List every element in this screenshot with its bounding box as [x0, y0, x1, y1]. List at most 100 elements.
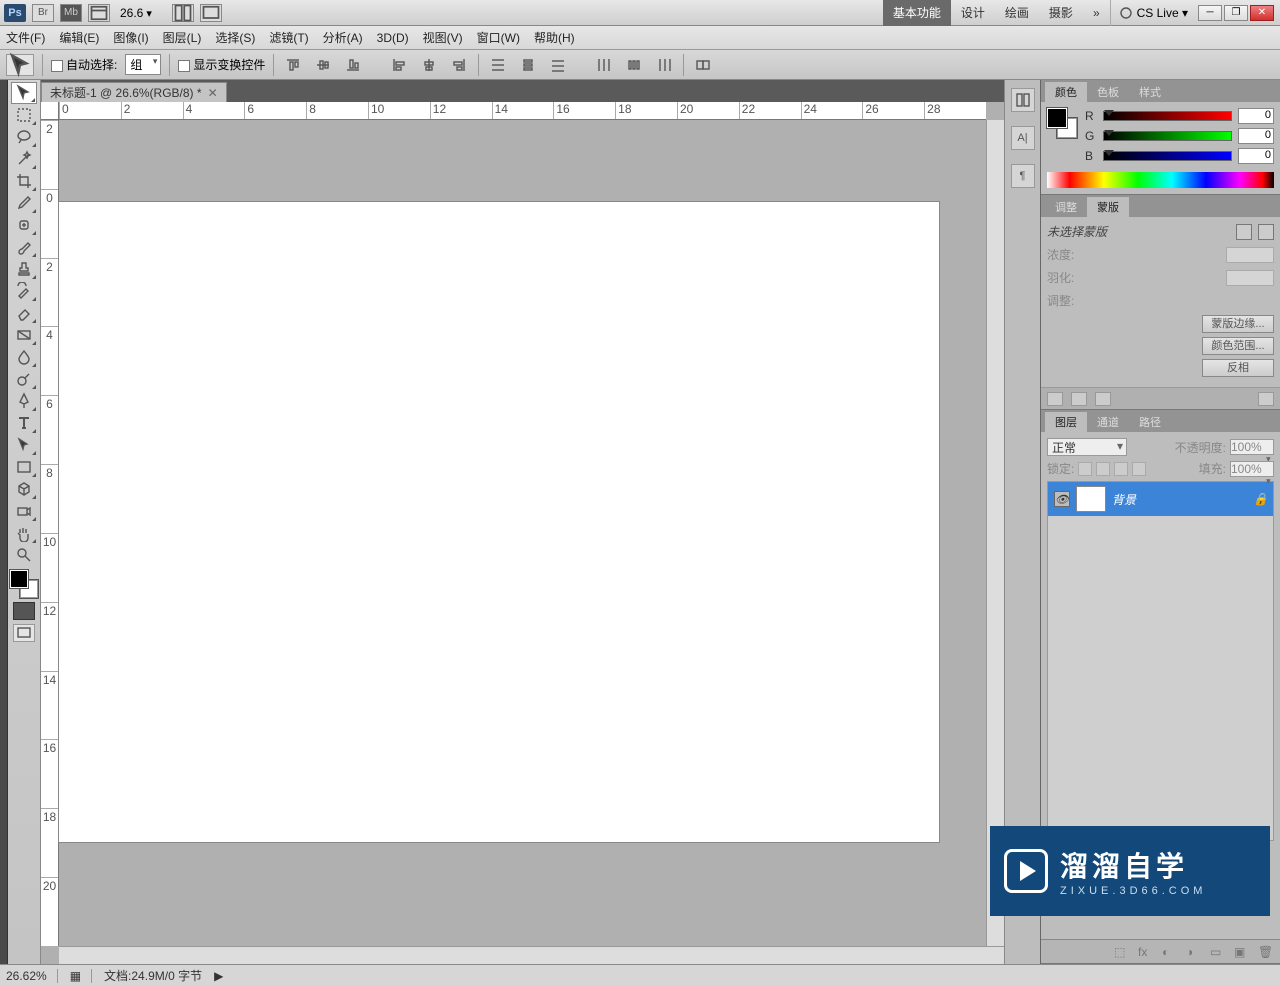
- mask-load-icon[interactable]: [1047, 392, 1063, 406]
- character-panel-icon[interactable]: A|: [1011, 126, 1035, 150]
- r-value[interactable]: 0: [1238, 108, 1274, 124]
- menu-filter[interactable]: 滤镜(T): [269, 29, 308, 46]
- show-transform-checkbox[interactable]: 显示变换控件: [178, 56, 265, 73]
- bridge-icon[interactable]: Br: [32, 4, 54, 22]
- layer-row-background[interactable]: 👁 背景 🔒: [1048, 482, 1273, 516]
- dist-vcenter-icon[interactable]: [517, 55, 539, 75]
- status-view-icon[interactable]: ▦: [70, 969, 92, 983]
- view-extras-icon[interactable]: [88, 4, 110, 22]
- close-button[interactable]: ✕: [1250, 5, 1274, 21]
- canvas-viewport[interactable]: 0246810121416182022242628 20246810121416…: [41, 102, 1004, 964]
- lock-pixels-icon[interactable]: [1096, 462, 1110, 476]
- tab-paths[interactable]: 路径: [1129, 412, 1171, 432]
- blur-tool[interactable]: [11, 346, 37, 368]
- r-slider[interactable]: [1103, 111, 1232, 121]
- trash-icon[interactable]: 🗑: [1258, 945, 1274, 959]
- workspace-basic[interactable]: 基本功能: [883, 0, 951, 26]
- align-hcenter-icon[interactable]: [418, 55, 440, 75]
- g-value[interactable]: 0: [1238, 128, 1274, 144]
- tab-channels[interactable]: 通道: [1087, 412, 1129, 432]
- status-arrow-icon[interactable]: ▶: [214, 969, 223, 983]
- color-swatches[interactable]: [10, 570, 38, 598]
- dist-hcenter-icon[interactable]: [623, 55, 645, 75]
- menu-select[interactable]: 选择(S): [215, 29, 255, 46]
- menu-file[interactable]: 文件(F): [6, 29, 45, 46]
- workspace-more[interactable]: »: [1083, 0, 1110, 26]
- path-select-tool[interactable]: [11, 434, 37, 456]
- link-layers-icon[interactable]: ⬚: [1114, 945, 1130, 959]
- panel-swatches[interactable]: [1047, 108, 1077, 138]
- scrollbar-vertical[interactable]: [986, 120, 1004, 946]
- auto-align-icon[interactable]: [692, 55, 714, 75]
- dist-bottom-icon[interactable]: [547, 55, 569, 75]
- type-tool[interactable]: [11, 412, 37, 434]
- workspace-paint[interactable]: 绘画: [995, 0, 1039, 26]
- lasso-tool[interactable]: [11, 126, 37, 148]
- vector-mask-icon[interactable]: [1258, 224, 1274, 240]
- align-bottom-icon[interactable]: [342, 55, 364, 75]
- tab-mask[interactable]: 蒙版: [1087, 197, 1129, 217]
- document-close-icon[interactable]: ✕: [208, 86, 218, 100]
- ruler-vertical[interactable]: 202468101214161820: [41, 120, 59, 946]
- group-icon[interactable]: ▭: [1210, 945, 1226, 959]
- workspace-design[interactable]: 设计: [951, 0, 995, 26]
- canvas[interactable]: [59, 202, 939, 842]
- menu-layer[interactable]: 图层(L): [163, 29, 202, 46]
- status-doc[interactable]: 文档:24.9M/0 字节: [104, 967, 202, 984]
- marquee-tool[interactable]: [11, 104, 37, 126]
- current-tool-icon[interactable]: [6, 54, 34, 76]
- color-range-button[interactable]: 颜色范围...: [1202, 337, 1274, 355]
- tab-adjustments[interactable]: 调整: [1045, 197, 1087, 217]
- history-panel-icon[interactable]: [1011, 88, 1035, 112]
- align-top-icon[interactable]: [282, 55, 304, 75]
- tab-swatches[interactable]: 色板: [1087, 82, 1129, 102]
- layer-list[interactable]: 👁 背景 🔒: [1047, 481, 1274, 841]
- dodge-tool[interactable]: [11, 368, 37, 390]
- eyedropper-tool[interactable]: [11, 192, 37, 214]
- history-brush-tool[interactable]: [11, 280, 37, 302]
- lock-pos-icon[interactable]: [1114, 462, 1128, 476]
- 3d-camera-tool[interactable]: [11, 500, 37, 522]
- healing-tool[interactable]: [11, 214, 37, 236]
- mask-apply-icon[interactable]: [1071, 392, 1087, 406]
- dock-strip-left[interactable]: [0, 80, 8, 964]
- foreground-swatch[interactable]: [10, 570, 28, 588]
- pen-tool[interactable]: [11, 390, 37, 412]
- layer-thumbnail[interactable]: [1076, 486, 1106, 512]
- align-vcenter-icon[interactable]: [312, 55, 334, 75]
- paragraph-panel-icon[interactable]: ¶: [1011, 164, 1035, 188]
- shape-tool[interactable]: [11, 456, 37, 478]
- autoselect-checkbox[interactable]: 自动选择:: [51, 56, 117, 73]
- pixel-mask-icon[interactable]: [1236, 224, 1252, 240]
- menu-analysis[interactable]: 分析(A): [323, 29, 363, 46]
- align-right-icon[interactable]: [448, 55, 470, 75]
- menu-edit[interactable]: 编辑(E): [59, 29, 99, 46]
- scrollbar-horizontal[interactable]: [59, 946, 1004, 964]
- magic-wand-tool[interactable]: [11, 148, 37, 170]
- tab-styles[interactable]: 样式: [1129, 82, 1171, 102]
- crop-tool[interactable]: [11, 170, 37, 192]
- mask-edge-button[interactable]: 蒙版边缘...: [1202, 315, 1274, 333]
- menu-view[interactable]: 视图(V): [423, 29, 463, 46]
- cslive-button[interactable]: CS Live ▾: [1110, 0, 1196, 26]
- ruler-horizontal[interactable]: 0246810121416182022242628: [59, 102, 986, 120]
- b-slider[interactable]: [1103, 151, 1232, 161]
- adjustment-icon[interactable]: ◑: [1186, 945, 1202, 959]
- quickmask-button[interactable]: [13, 602, 35, 620]
- brush-tool[interactable]: [11, 236, 37, 258]
- dist-right-icon[interactable]: [653, 55, 675, 75]
- tab-color[interactable]: 颜色: [1045, 82, 1087, 102]
- screenmode-button[interactable]: [13, 624, 35, 642]
- minibridge-icon[interactable]: Mb: [60, 4, 82, 22]
- mask-delete-icon[interactable]: [1258, 392, 1274, 406]
- stamp-tool[interactable]: [11, 258, 37, 280]
- fill-value[interactable]: 100%: [1230, 461, 1274, 477]
- document-tab[interactable]: 未标题-1 @ 26.6%(RGB/8) * ✕: [41, 82, 227, 102]
- lock-trans-icon[interactable]: [1078, 462, 1092, 476]
- layer-name[interactable]: 背景: [1112, 491, 1136, 508]
- opacity-value[interactable]: 100%: [1230, 439, 1274, 455]
- maximize-button[interactable]: ❐: [1224, 5, 1248, 21]
- status-zoom[interactable]: 26.62%: [6, 969, 58, 983]
- align-left-icon[interactable]: [388, 55, 410, 75]
- invert-button[interactable]: 反相: [1202, 359, 1274, 377]
